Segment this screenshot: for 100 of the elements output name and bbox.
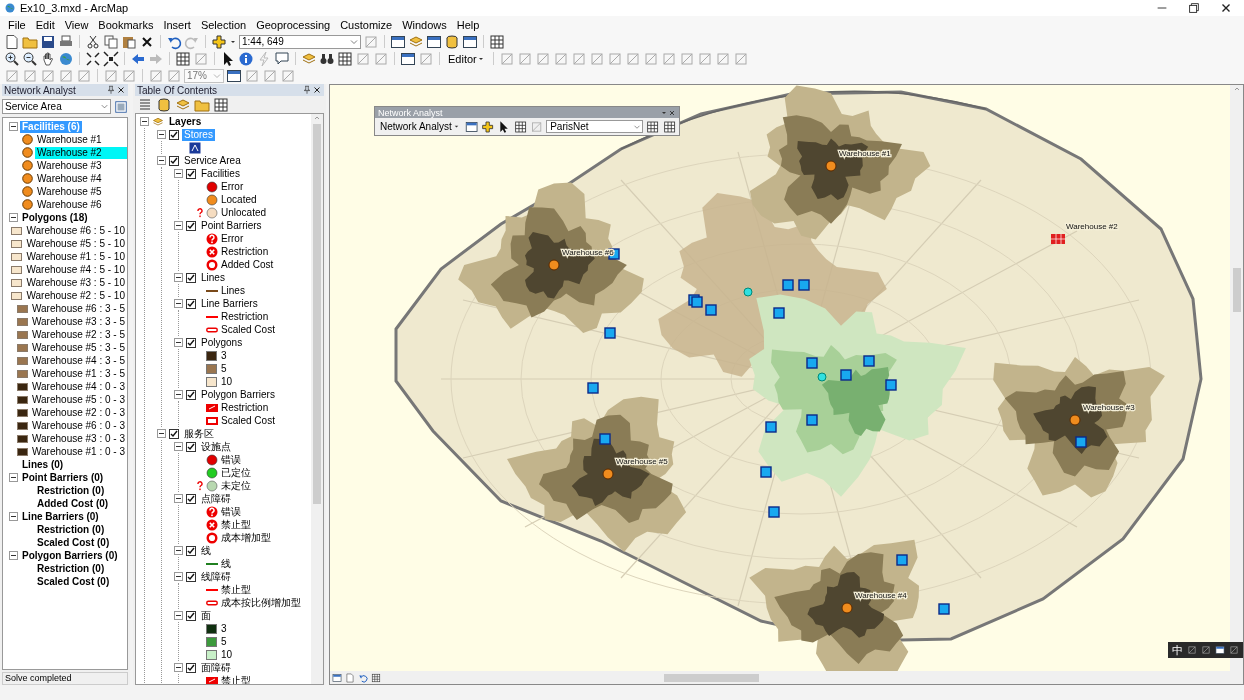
options-icon[interactable] (213, 96, 229, 113)
tree-item[interactable]: Warehouse #3 : 3 - 5 (30, 315, 127, 328)
window-icon[interactable] (462, 33, 478, 50)
network-dropdown[interactable]: ParisNet (546, 120, 644, 133)
tree-item[interactable]: Warehouse #5 (35, 185, 104, 198)
store-marker[interactable] (765, 421, 777, 433)
layer-checkbox[interactable] (186, 168, 196, 179)
copy-icon[interactable] (103, 33, 119, 50)
menu-item[interactable]: Help (451, 18, 485, 31)
scale-dropdown[interactable]: 1:44, 649 (239, 34, 361, 49)
layer-label[interactable]: Line Barriers (199, 297, 260, 310)
close-icon[interactable] (312, 85, 322, 95)
layer-checkbox[interactable] (186, 441, 196, 452)
data-frame-label[interactable]: Layers (167, 115, 204, 128)
vertical-scrollbar[interactable] (311, 114, 323, 684)
facility-marker[interactable] (548, 259, 560, 271)
identify-icon[interactable] (238, 50, 254, 67)
layer-checkbox[interactable] (186, 571, 196, 582)
close-icon[interactable] (116, 85, 126, 95)
zoom-in-icon[interactable] (4, 50, 20, 67)
tree-item[interactable]: Warehouse #1 : 0 - 3 (30, 445, 127, 458)
layer-checkbox[interactable] (186, 298, 196, 309)
tooltip-icon[interactable] (274, 50, 290, 67)
zoom-dropdown[interactable]: 17% (184, 68, 224, 83)
add-data-icon[interactable] (211, 33, 227, 50)
tree-item[interactable]: Warehouse #4 : 3 - 5 (30, 354, 127, 367)
tree-item[interactable]: Warehouse #2 : 0 - 3 (30, 406, 127, 419)
new-file-icon[interactable] (4, 33, 20, 50)
tree-item[interactable]: Warehouse #1 : 3 - 5 (30, 367, 127, 380)
menu-item[interactable]: Insert (158, 18, 196, 31)
collapse-icon[interactable] (9, 512, 18, 521)
input-mode-label[interactable]: 中 (1172, 642, 1183, 658)
data-view-icon[interactable] (332, 672, 342, 683)
collapse-icon[interactable] (9, 551, 18, 560)
store-marker[interactable] (938, 603, 950, 615)
scissors-icon[interactable] (85, 33, 101, 50)
layer-label[interactable]: 面障碍 (199, 661, 233, 674)
facility-marker[interactable] (1069, 414, 1081, 426)
collapse-icon[interactable] (174, 663, 183, 672)
facility-marker[interactable] (825, 160, 837, 172)
scroll-up-icon[interactable] (1232, 85, 1241, 93)
layer-checkbox[interactable] (186, 337, 196, 348)
network-analyst-menu[interactable]: Network Analyst (378, 121, 462, 132)
facility-marker[interactable] (602, 468, 614, 480)
collapse-icon[interactable] (9, 473, 18, 482)
collapse-icon[interactable] (157, 156, 166, 165)
layer-checkbox[interactable] (186, 610, 196, 621)
grid-icon[interactable] (662, 118, 676, 135)
arrows-out-icon[interactable] (103, 50, 119, 67)
tree-item[interactable]: Warehouse #3 (35, 159, 104, 172)
tree-group[interactable]: Lines (0) (20, 458, 66, 471)
tree-item[interactable]: Restriction (0) (35, 484, 107, 497)
store-marker[interactable] (806, 357, 818, 369)
save-icon[interactable] (40, 33, 56, 50)
pin-icon[interactable] (106, 85, 116, 95)
store-marker[interactable] (604, 327, 616, 339)
collapse-icon[interactable] (174, 299, 183, 308)
tree-item[interactable]: Warehouse #2 : 5 - 10 (24, 289, 127, 302)
layer-checkbox[interactable] (169, 129, 179, 140)
tree-item[interactable]: Warehouse #5 : 3 - 5 (30, 341, 127, 354)
collapse-icon[interactable] (174, 611, 183, 620)
store-marker[interactable] (885, 379, 897, 391)
layer-label[interactable]: 面 (199, 609, 213, 622)
layer-checkbox[interactable] (169, 155, 179, 166)
layer-checkbox[interactable] (186, 662, 196, 673)
grid-icon[interactable] (337, 50, 353, 67)
menu-item[interactable]: Customize (335, 18, 398, 31)
tree-group[interactable]: Point Barriers (0) (20, 471, 106, 484)
layer-label[interactable]: Lines (199, 271, 227, 284)
collapse-icon[interactable] (9, 122, 18, 131)
arrows-in-icon[interactable] (85, 50, 101, 67)
tree-group[interactable]: Polygons (18) (20, 211, 90, 224)
menu-item[interactable]: Windows (397, 18, 452, 31)
menu-item[interactable]: Geoprocessing (251, 18, 336, 31)
tree-item[interactable]: Scaled Cost (0) (35, 575, 112, 588)
store-marker[interactable] (768, 506, 780, 518)
collapse-icon[interactable] (174, 338, 183, 347)
store-marker[interactable] (863, 355, 875, 367)
layer-checkbox[interactable] (186, 389, 196, 400)
tree-item[interactable]: Warehouse #2 (35, 146, 127, 159)
window-icon[interactable] (400, 50, 416, 67)
store-marker[interactable] (773, 307, 785, 319)
layer-label[interactable]: Polygon Barriers (199, 388, 277, 401)
point-marker[interactable] (743, 287, 753, 297)
store-marker[interactable] (760, 466, 772, 478)
collapse-icon[interactable] (9, 213, 18, 222)
facility-marker[interactable] (841, 602, 853, 614)
store-marker[interactable] (1075, 436, 1087, 448)
tree-item[interactable]: Warehouse #4 (35, 172, 104, 185)
tree-item[interactable]: Restriction (0) (35, 562, 107, 575)
store-marker[interactable] (840, 369, 852, 381)
layer-checkbox[interactable] (186, 220, 196, 231)
layer-label[interactable]: Service Area (182, 154, 243, 167)
collapse-icon[interactable] (174, 221, 183, 230)
store-marker[interactable] (691, 296, 703, 308)
menu-item[interactable]: Edit (30, 18, 60, 31)
tree-item[interactable]: Added Cost (0) (35, 497, 111, 510)
tree-group[interactable]: Line Barriers (0) (20, 510, 101, 523)
layer-checkbox[interactable] (186, 493, 196, 504)
selected-facility-marker[interactable] (1050, 233, 1066, 245)
